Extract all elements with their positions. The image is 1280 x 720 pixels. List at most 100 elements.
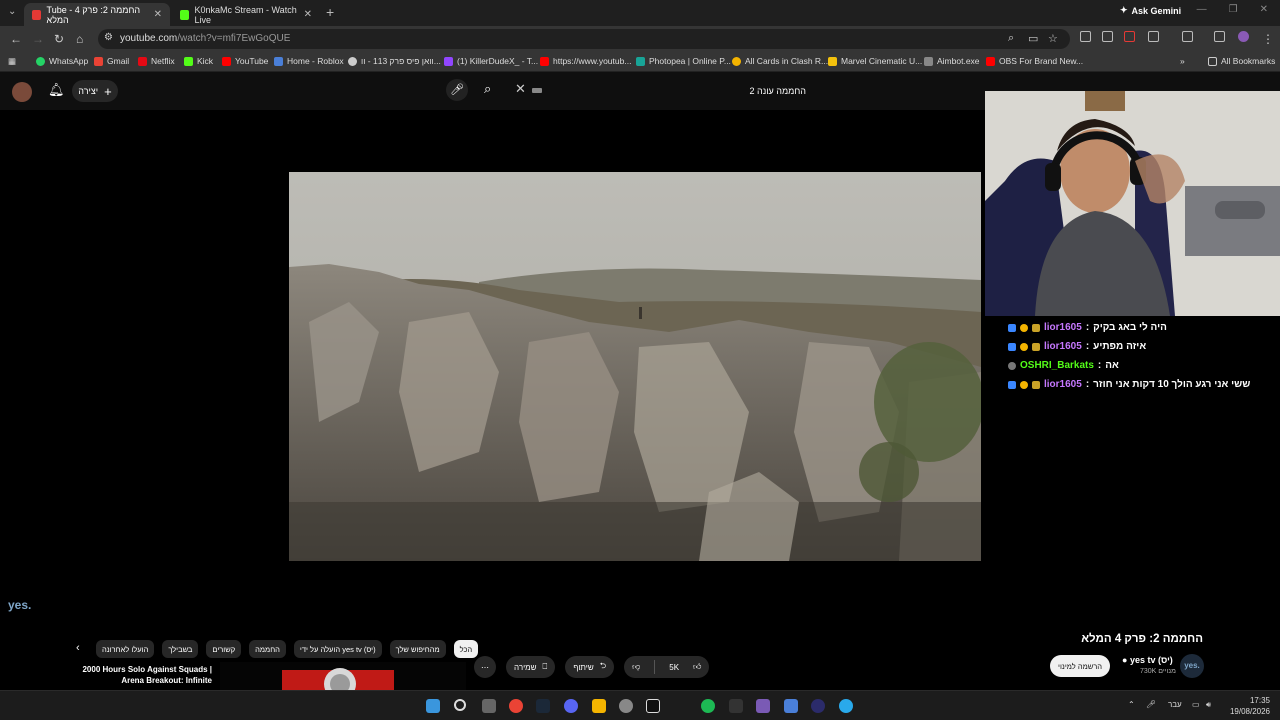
site-info-icon[interactable]: ⚙ bbox=[104, 32, 113, 43]
epic-games-icon[interactable] bbox=[729, 699, 743, 713]
bookmark-clash-royale[interactable]: All Cards in Clash R... bbox=[732, 56, 828, 66]
window-close-icon[interactable]: ✕ bbox=[1260, 4, 1268, 15]
bookmark-aimbot[interactable]: Aimbot.exe bbox=[924, 56, 980, 66]
bookmark-photopea[interactable]: Photopea | Online P... bbox=[636, 56, 731, 66]
avatar[interactable] bbox=[12, 82, 32, 102]
clear-search-icon[interactable]: ✕ bbox=[515, 81, 526, 97]
forward-icon[interactable]: → bbox=[32, 32, 44, 46]
bookmark-gmail[interactable]: Gmail bbox=[94, 56, 129, 66]
telegram-icon[interactable] bbox=[839, 699, 853, 713]
tab-label: Tube - החממה 2: פרק 4 המלא bbox=[46, 4, 141, 25]
bookmark-marvel[interactable]: Marvel Cinematic U... bbox=[828, 56, 922, 66]
bookmark-youtube-link[interactable]: https://www.youtub... bbox=[540, 56, 631, 66]
share-button[interactable]: שיתוף ⮌ bbox=[565, 656, 615, 678]
chip-related[interactable]: קשורים bbox=[206, 640, 242, 658]
bookmark-twitch[interactable]: (1) KillerDudeX_ - T... bbox=[444, 56, 538, 66]
search-icon[interactable] bbox=[454, 699, 466, 711]
bookmark-whatsapp[interactable]: WhatsApp bbox=[36, 56, 88, 66]
like-icon[interactable]: 👍︎ bbox=[693, 662, 701, 672]
profile-avatar-icon[interactable] bbox=[1238, 31, 1249, 42]
file-explorer-icon[interactable] bbox=[592, 699, 606, 713]
video-player[interactable] bbox=[289, 172, 981, 561]
chip-recently-uploaded[interactable]: הועלו לאחרונה bbox=[96, 640, 155, 658]
spotify-icon[interactable] bbox=[701, 699, 715, 713]
zoom-icon[interactable]: ⌕ bbox=[1008, 32, 1014, 45]
task-view-icon[interactable] bbox=[482, 699, 496, 713]
like-count[interactable]: 5K bbox=[669, 663, 679, 672]
discord-icon[interactable] bbox=[564, 699, 578, 713]
menu-icon[interactable]: ⋮ bbox=[1262, 32, 1274, 46]
bookmark-roblox[interactable]: Home - Roblox bbox=[274, 56, 344, 66]
mic-icon[interactable]: 🎤︎ bbox=[1146, 700, 1156, 709]
dislike-icon[interactable]: 👎︎ bbox=[632, 662, 640, 672]
chat-message: lior1605 : היה לי באג בקיק bbox=[1008, 318, 1280, 337]
chat-separator: : bbox=[1085, 341, 1090, 352]
tab-kick[interactable]: K0nkaMc Stream - Watch Live ✕ bbox=[172, 3, 320, 26]
bookmark-star-icon[interactable]: ☆ bbox=[1048, 32, 1058, 45]
sidebar-icon[interactable] bbox=[1182, 31, 1193, 42]
window-controls: — ❐ ✕ bbox=[1197, 4, 1268, 15]
capcut-icon[interactable] bbox=[646, 699, 660, 713]
channel-name-text: yes tv (יס) bbox=[1129, 655, 1173, 665]
tab-youtube[interactable]: Tube - החממה 2: פרק 4 המלא ✕ bbox=[24, 3, 170, 26]
related-video-thumbnail[interactable] bbox=[220, 662, 466, 690]
chip-hachamama[interactable]: החממה bbox=[249, 640, 286, 658]
chevron-left-icon[interactable]: ‹ bbox=[76, 642, 80, 654]
back-icon[interactable]: ← bbox=[10, 32, 22, 46]
search-input[interactable] bbox=[528, 80, 814, 102]
share-label: שיתוף bbox=[573, 662, 594, 672]
home-icon[interactable]: ⌂ bbox=[76, 32, 83, 46]
apps-icon[interactable]: ▦ bbox=[8, 56, 16, 67]
bookmark-youtube[interactable]: YouTube bbox=[222, 56, 268, 66]
tab-search-icon[interactable]: ⌄ bbox=[8, 6, 16, 17]
chip-from-search[interactable]: מהחיפוש שלך bbox=[389, 640, 446, 658]
new-tab-icon[interactable]: + bbox=[326, 4, 334, 20]
bookmark-label: (1) KillerDudeX_ - T... bbox=[457, 56, 539, 66]
obs-icon[interactable] bbox=[811, 699, 825, 713]
extension-icon[interactable] bbox=[1080, 31, 1091, 42]
related-video-title[interactable]: 2000 Hours Solo Against Squads | Arena B… bbox=[62, 664, 212, 686]
start-icon[interactable] bbox=[426, 699, 440, 713]
channel-name[interactable]: ● yes tv (יס) bbox=[1122, 655, 1173, 665]
extension-icon[interactable] bbox=[1102, 31, 1113, 42]
language-indicator[interactable]: עבר bbox=[1168, 700, 1182, 709]
bookmark-obs[interactable]: OBS For Brand New... bbox=[986, 56, 1083, 66]
voice-search-mic-icon[interactable]: 🎤︎ bbox=[446, 79, 468, 101]
bookmark-netflix[interactable]: Netflix bbox=[138, 56, 175, 66]
maximize-icon[interactable]: ❐ bbox=[1229, 4, 1238, 15]
network-icon[interactable]: ▭ bbox=[1192, 700, 1200, 709]
close-icon[interactable]: ✕ bbox=[304, 9, 312, 20]
app-icon[interactable] bbox=[784, 699, 798, 713]
chrome-icon[interactable] bbox=[509, 699, 523, 713]
reading-list-icon[interactable] bbox=[1214, 31, 1225, 42]
channel-avatar[interactable]: yes. bbox=[1180, 654, 1204, 678]
reload-icon[interactable]: ↻ bbox=[54, 32, 64, 46]
chip-for-you[interactable]: בשבילך bbox=[162, 640, 199, 658]
all-bookmarks-folder[interactable]: All Bookmarks bbox=[1208, 56, 1275, 66]
bookmarks-overflow-icon[interactable]: » bbox=[1180, 56, 1185, 66]
bookmark-label: Gmail bbox=[107, 56, 130, 66]
more-actions-button[interactable]: ⋯ bbox=[474, 656, 496, 678]
chip-uploaded-by[interactable]: הועלה על ידי yes tv (יס) bbox=[293, 640, 382, 658]
url-text[interactable]: youtube.com/watch?v=mfi7EwGoQUE bbox=[120, 33, 290, 44]
extension-icon[interactable] bbox=[1124, 31, 1135, 42]
ask-gemini-button[interactable]: ✦ Ask Gemini bbox=[1120, 5, 1181, 16]
steam-icon[interactable] bbox=[536, 699, 550, 713]
bookmark-kick[interactable]: Kick bbox=[184, 56, 213, 66]
subscribe-button[interactable]: הרשמה למינוי bbox=[1050, 655, 1110, 677]
close-icon[interactable]: ✕ bbox=[154, 9, 162, 20]
volume-icon[interactable]: 🔊︎ bbox=[1206, 700, 1211, 710]
bookmark-one-piece[interactable]: וואן פיס פרק 113 - וו... bbox=[348, 56, 441, 66]
cast-icon[interactable]: ▭ bbox=[1028, 32, 1038, 45]
app-icon[interactable] bbox=[619, 699, 633, 713]
save-button[interactable]: שמירה ⎕ bbox=[506, 656, 556, 678]
minimize-icon[interactable]: — bbox=[1197, 4, 1207, 15]
notifications-bell-icon[interactable]: 🔔︎ bbox=[48, 82, 65, 98]
app-icon[interactable] bbox=[756, 699, 770, 713]
search-icon[interactable]: ⌕ bbox=[484, 81, 491, 97]
extensions-puzzle-icon[interactable] bbox=[1148, 31, 1159, 42]
omnibox[interactable]: ⚙ youtube.com/watch?v=mfi7EwGoQUE ⌕ ▭ ☆ bbox=[98, 29, 1070, 49]
create-button[interactable]: יצירה + bbox=[72, 80, 118, 102]
clock[interactable]: 17:35 19/08/2026 bbox=[1230, 695, 1270, 717]
tray-chevron-icon[interactable]: ⌃ bbox=[1128, 700, 1135, 709]
